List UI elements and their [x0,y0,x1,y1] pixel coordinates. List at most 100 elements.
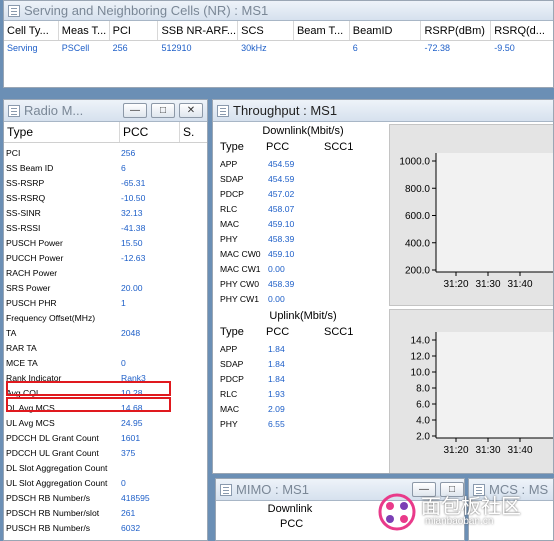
row-value: 2.09 [268,404,285,414]
table-row[interactable]: MCE TA 0 [4,356,207,371]
col-pci[interactable]: PCI [110,21,159,40]
row-value: 1.84 [268,374,285,384]
row-label: SS Beam ID [6,163,54,173]
col-pcc[interactable]: PCC [120,122,180,142]
row-label: PHY CW0 [220,279,259,289]
table-row[interactable]: SDAP 1.84 [218,357,388,372]
table-row[interactable]: PDSCH RB Number/slot 261 [4,506,207,521]
col-scc1[interactable]: SCC1 [324,324,374,340]
cell-value: -9.50 [494,43,515,53]
table-row[interactable]: APP 1.84 [218,342,388,357]
radio-measurement-window: Radio M... — □ ✕ Type PCC S. PCI 256 SS Be… [3,99,208,541]
table-row[interactable]: UL Slot Aggregation Count 0 [4,476,207,491]
row-label: SS-RSRQ [6,193,46,203]
serving-cells-titlebar[interactable]: Serving and Neighboring Cells (NR) : MS1 [4,1,553,21]
col-scc1[interactable]: SCC1 [324,139,374,155]
table-row[interactable]: APP 454.59 [218,157,388,172]
cell-value [294,41,350,56]
highlight-avg-cqi [6,381,171,396]
y-tick-label: 4.0 [416,416,430,427]
table-row[interactable]: MAC CW1 0.00 [218,262,388,277]
x-tick-label: 31:40 [507,279,532,290]
table-row[interactable]: RLC 1.93 [218,387,388,402]
table-row[interactable]: SRS Power 20.00 [4,281,207,296]
row-label: MAC CW0 [220,249,261,259]
table-row[interactable]: PUCCH Power -12.63 [4,251,207,266]
col-pcc[interactable]: PCC [266,139,324,155]
col-rsrp[interactable]: RSRP(dBm) [421,21,492,40]
col-beam-type[interactable]: Beam T... [294,21,350,40]
col-scs[interactable]: SCS [238,21,294,40]
table-row[interactable]: PUSCH RB Number/s 6032 [4,521,207,536]
throughput-titlebar[interactable]: Throughput : MS1 [213,100,553,122]
table-row[interactable]: PDCCH DL Grant Count 1601 [4,431,207,446]
watermark-logo-icon [378,493,416,531]
table-row[interactable]: RACH Power [4,266,207,281]
table-row[interactable]: PDCP 1.84 [218,372,388,387]
cell-value: 512910 [161,43,192,53]
window-list-icon [8,4,20,17]
table-row[interactable]: DL Slot Aggregation Count [4,461,207,476]
window-list-icon [220,483,232,496]
col-pcc[interactable]: PCC [266,324,324,340]
table-row[interactable]: PUSCH PHR 1 [4,296,207,311]
row-label: SRS Power [6,283,51,293]
col-type[interactable]: Type [218,139,266,155]
table-row[interactable]: Frequency Offset(MHz) [4,311,207,326]
table-row[interactable]: SDAP 454.59 [218,172,388,187]
mimo-col-pcc[interactable]: PCC [280,518,303,530]
table-row[interactable]: SS-SINR 32.13 [4,206,207,221]
col-beam-id[interactable]: BeamID [350,21,422,40]
col-ssb-arfcn[interactable]: SSB NR-ARF... [158,21,239,40]
radio-header: Type PCC S. [4,122,207,143]
table-row[interactable]: PDCP 457.02 [218,187,388,202]
table-row[interactable]: PDCCH UL Grant Count 375 [4,446,207,461]
watermark-sub: mianbaoban.cn [425,516,494,527]
table-row[interactable]: MAC CW0 459.10 [218,247,388,262]
radio-titlebar[interactable]: Radio M... — □ ✕ [4,100,207,122]
close-button[interactable]: ✕ [179,103,203,118]
table-row[interactable]: RLC 458.07 [218,202,388,217]
row-value [121,341,181,356]
row-value: 0 [121,358,126,368]
row-value: 2048 [121,328,141,338]
minimize-button[interactable]: — [123,103,147,118]
table-row[interactable]: PHY 6.55 [218,417,388,432]
y-tick-label: 14.0 [411,336,431,347]
row-value: -10.50 [121,193,146,203]
table-row[interactable]: SS-RSSI -41.38 [4,221,207,236]
table-row[interactable]: UL Avg MCS 24.95 [4,416,207,431]
table-row[interactable]: SS-RSRQ -10.50 [4,191,207,206]
row-label: SS-SINR [6,208,41,218]
table-row[interactable]: PHY CW1 0.00 [218,292,388,307]
table-row[interactable]: PHY CW0 458.39 [218,277,388,292]
table-row[interactable]: MAC 2.09 [218,402,388,417]
table-row[interactable]: Serving PSCell 256 512910 30kHz 6 -72.38… [4,41,553,56]
table-row[interactable]: SS-RSRP -65.31 [4,176,207,191]
row-value: 1601 [121,433,141,443]
table-row[interactable]: TA 2048 [4,326,207,341]
table-row[interactable]: PHY 458.39 [218,232,388,247]
col-meas-type[interactable]: Meas T... [59,21,110,40]
col-rsrq[interactable]: RSRQ(d... [491,21,553,40]
table-row[interactable]: SS Beam ID 6 [4,161,207,176]
table-row[interactable]: PUSCH Power 15.50 [4,236,207,251]
plot-area [436,332,553,438]
row-value: -41.38 [121,223,146,233]
col-type[interactable]: Type [4,122,120,142]
table-row[interactable]: RAR TA [4,341,207,356]
row-value [121,266,181,281]
row-value: 6 [121,163,126,173]
col-scc[interactable]: S. [180,122,200,142]
row-label: PUSCH PHR [6,298,57,308]
row-value: -65.31 [121,178,146,188]
table-row[interactable]: PUSCH RB Number/slot16 [4,536,207,540]
cell-value: PSCell [61,43,90,53]
table-row[interactable]: PCI 256 [4,146,207,161]
row-label: PDCCH UL Grant Count [6,448,99,458]
table-row[interactable]: PDSCH RB Number/s 418595 [4,491,207,506]
table-row[interactable]: MAC 459.10 [218,217,388,232]
col-cell-type[interactable]: Cell Ty... [4,21,59,40]
maximize-button[interactable]: □ [151,103,175,118]
col-type[interactable]: Type [218,324,266,340]
